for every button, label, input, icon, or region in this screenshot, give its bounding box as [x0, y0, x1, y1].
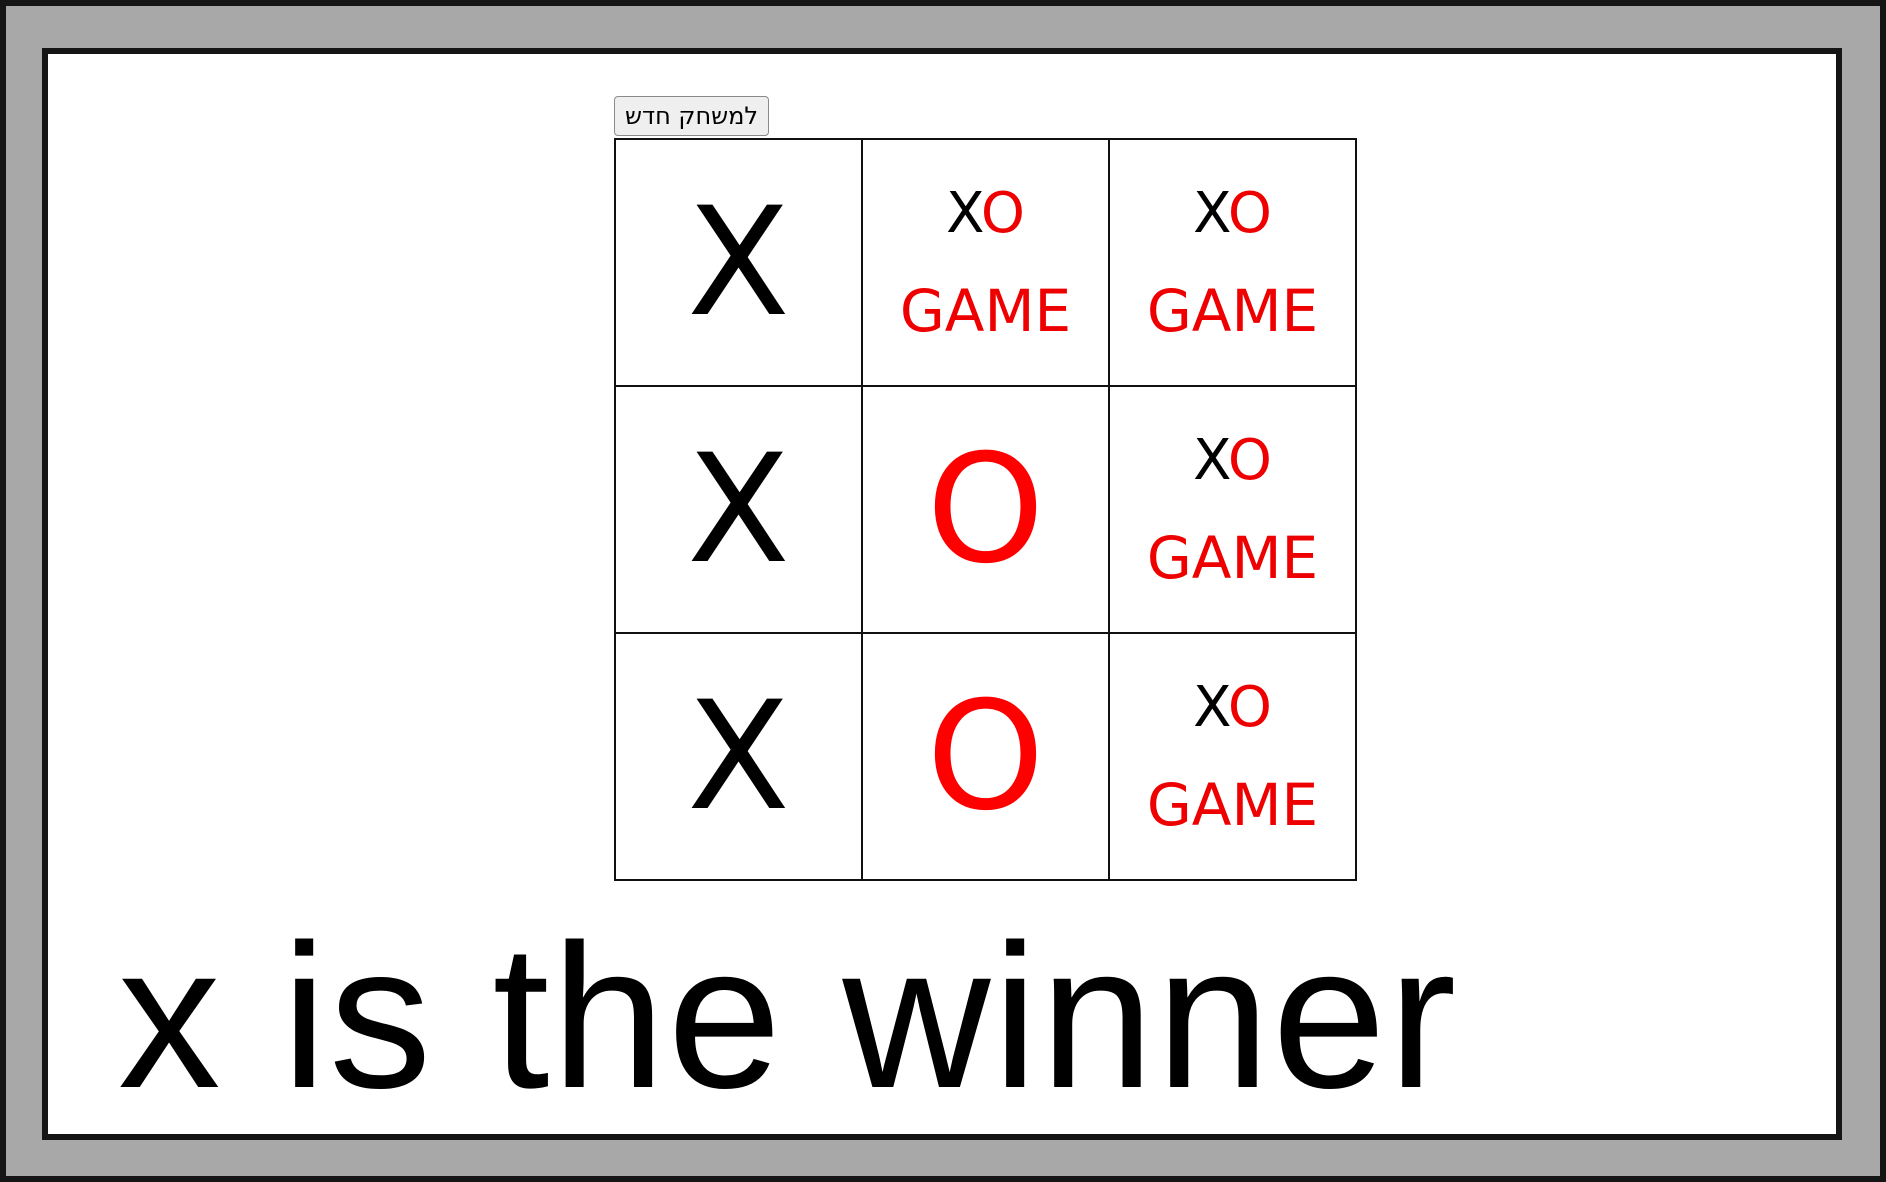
x-mark: X [687, 175, 790, 350]
board-cell[interactable]: O [861, 385, 1110, 634]
winner-status: x is the winner [118, 902, 1459, 1131]
placeholder-game: GAME [899, 276, 1072, 345]
o-mark: O [926, 422, 1045, 597]
board-cell[interactable]: XO GAME [1108, 385, 1357, 634]
placeholder-o: O [1227, 674, 1272, 740]
x-mark: X [687, 669, 790, 844]
board-cell[interactable]: XO GAME [1108, 632, 1357, 881]
xo-game-placeholder: XO GAME [1110, 140, 1355, 385]
game-page: למשחק חדש X XO GAME XO GAME X O XO GAME X O XO GAME … [42, 48, 1842, 1140]
board-row: X O XO GAME [614, 632, 1357, 881]
placeholder-game: GAME [1146, 276, 1319, 345]
game-board: X XO GAME XO GAME X O XO GAME X O XO GAME [614, 138, 1357, 881]
board-row: X O XO GAME [614, 385, 1357, 634]
board-cell[interactable]: O [861, 632, 1110, 881]
placeholder-x: X [1193, 427, 1228, 493]
placeholder-x: X [1193, 674, 1228, 740]
o-mark: O [926, 669, 1045, 844]
placeholder-x: X [946, 180, 981, 246]
xo-game-placeholder: XO GAME [863, 140, 1108, 385]
board-cell[interactable]: XO GAME [1108, 138, 1357, 387]
placeholder-o: O [1227, 427, 1272, 493]
board-cell[interactable]: X [614, 632, 863, 881]
placeholder-game: GAME [1146, 770, 1319, 839]
board-cell[interactable]: X [614, 385, 863, 634]
placeholder-x: X [1193, 180, 1228, 246]
board-cell[interactable]: XO GAME [861, 138, 1110, 387]
placeholder-o: O [1227, 180, 1272, 246]
board-cell[interactable]: X [614, 138, 863, 387]
board-row: X XO GAME XO GAME [614, 138, 1357, 387]
new-game-button[interactable]: למשחק חדש [614, 96, 770, 136]
xo-game-placeholder: XO GAME [1110, 634, 1355, 879]
placeholder-game: GAME [1146, 523, 1319, 592]
placeholder-o: O [980, 180, 1025, 246]
xo-game-placeholder: XO GAME [1110, 387, 1355, 632]
x-mark: X [687, 422, 790, 597]
